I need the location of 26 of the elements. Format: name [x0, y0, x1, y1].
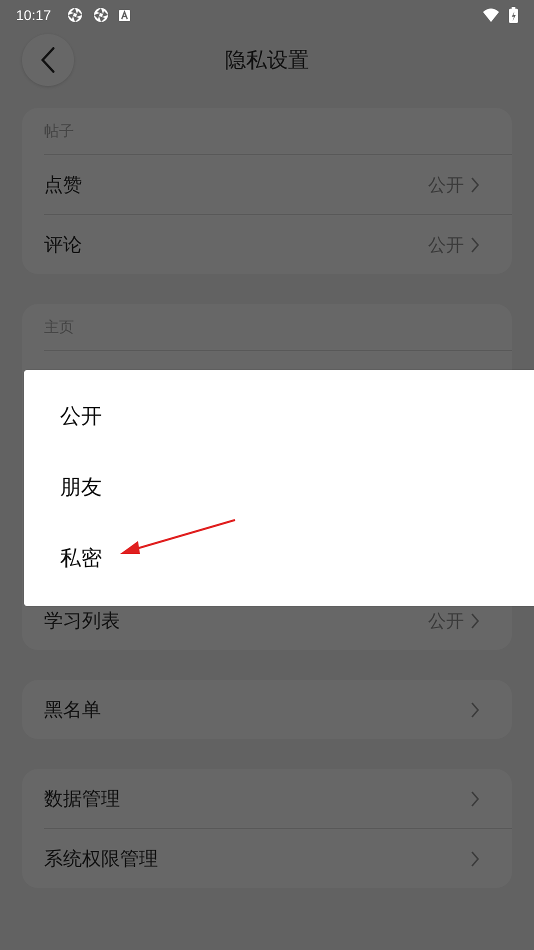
aperture-icon	[93, 7, 110, 23]
chevron-right-icon	[470, 236, 480, 254]
settings-row[interactable]: 黑名单	[44, 680, 512, 739]
row-label: 黑名单	[44, 698, 101, 722]
back-icon	[39, 46, 57, 74]
settings-row[interactable]: 数据管理	[44, 769, 512, 828]
app-notification-icon	[119, 10, 130, 20]
battery-icon	[509, 7, 518, 23]
menu-option[interactable]: 私密	[24, 522, 534, 593]
wifi-icon	[483, 7, 499, 23]
row-label: 数据管理	[44, 786, 120, 812]
row-label: 学习列表	[44, 608, 120, 634]
page-title: 隐私设置	[225, 47, 309, 74]
chevron-right-icon	[470, 700, 480, 718]
chevron-right-icon	[470, 850, 480, 868]
row-label: 评论	[44, 232, 82, 258]
menu-option[interactable]: 朋友	[24, 451, 534, 522]
menu-option[interactable]: 公开	[24, 380, 534, 451]
status-time: 10:17	[16, 7, 52, 23]
row-label: 点赞	[44, 172, 82, 198]
chevron-right-icon	[470, 612, 480, 630]
chevron-right-icon	[470, 176, 480, 194]
row-label: 系统权限管理	[44, 846, 158, 872]
aperture-icon	[67, 7, 84, 23]
settings-row[interactable]: 系统权限管理	[44, 828, 512, 888]
chevron-right-icon	[470, 790, 480, 808]
